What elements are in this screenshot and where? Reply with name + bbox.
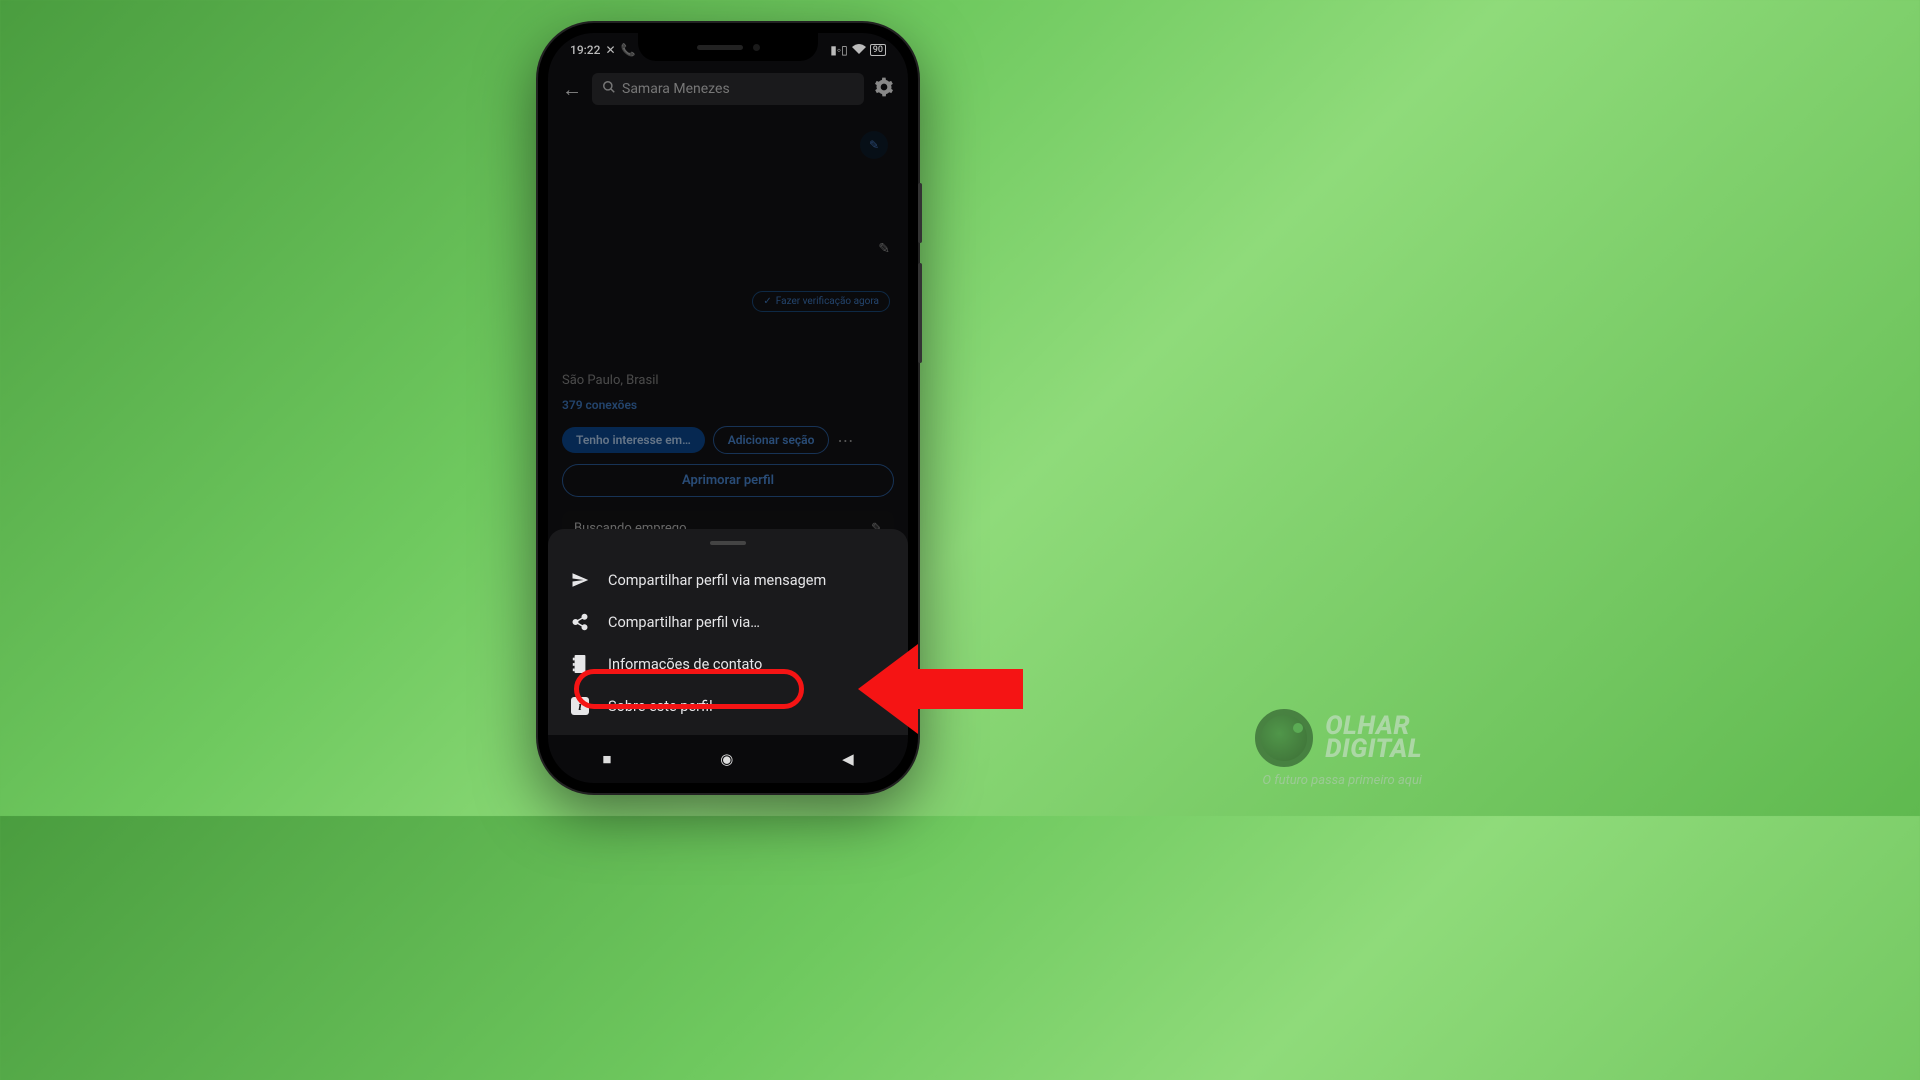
sheet-handle[interactable] (710, 541, 746, 545)
location-text: São Paulo, Brasil (562, 373, 894, 388)
verify-chip[interactable]: ✓ Fazer verificação agora (752, 291, 890, 312)
profile-info: ✎ ✓ Fazer verificação agora (562, 211, 894, 291)
info-icon: i (570, 697, 590, 715)
brand-logo: OLHAR DIGITAL O futuro passa primeiro aq… (1255, 709, 1422, 788)
battery-icon: 90 (870, 44, 886, 56)
dnd-icon: ✕ (605, 43, 615, 57)
add-section-button[interactable]: Adicionar seção (713, 426, 830, 454)
nav-back[interactable]: ◀ (842, 750, 854, 768)
nav-home[interactable]: ◉ (720, 750, 733, 768)
menu-label: Sobre este perfil (608, 698, 713, 715)
menu-label: Informações de contato (608, 656, 762, 673)
nav-recent[interactable]: ■ (602, 750, 611, 768)
phone-mockup: 19:22 ✕ 📞 ▮◦▯ 90 ← (538, 23, 918, 793)
book-icon (570, 655, 590, 673)
menu-about-profile[interactable]: i Sobre este perfil (548, 685, 908, 727)
menu-share-via[interactable]: Compartilhar perfil via… (548, 601, 908, 643)
status-time: 19:22 (570, 43, 600, 57)
app-header: ← Samara Menezes (548, 67, 908, 111)
brand-mark (1255, 709, 1313, 767)
phone-icon: 📞 (621, 43, 636, 57)
verify-label: Fazer verificação agora (776, 296, 879, 307)
interest-button[interactable]: Tenho interesse em… (562, 427, 705, 453)
edit-cover-button[interactable]: ✎ (860, 131, 888, 159)
menu-label: Compartilhar perfil via… (608, 614, 760, 631)
settings-button[interactable] (874, 77, 894, 102)
search-icon (602, 80, 616, 98)
menu-contact-info[interactable]: Informações de contato (548, 643, 908, 685)
signal-icon: ▮◦▯ (830, 43, 847, 57)
notch (638, 33, 818, 61)
connections-link[interactable]: 379 conexões (562, 398, 894, 412)
share-icon (570, 613, 590, 631)
phone-side-button (918, 263, 922, 363)
brand-tagline: O futuro passa primeiro aqui (1262, 773, 1422, 788)
android-nav-bar: ■ ◉ ◀ (548, 735, 908, 783)
wifi-icon (852, 43, 866, 57)
brand-wordmark: OLHAR DIGITAL (1325, 715, 1422, 762)
menu-share-message[interactable]: Compartilhar perfil via mensagem (548, 559, 908, 601)
bottom-sheet: Compartilhar perfil via mensagem Compart… (548, 529, 908, 735)
phone-frame: 19:22 ✕ 📞 ▮◦▯ 90 ← (538, 23, 918, 793)
verify-icon: ✓ (763, 296, 771, 307)
phone-side-button (918, 183, 922, 243)
search-text: Samara Menezes (622, 81, 730, 97)
cover-area: ✎ (562, 111, 894, 211)
action-row: Tenho interesse em… Adicionar seção ⋯ (562, 426, 894, 454)
search-input[interactable]: Samara Menezes (592, 73, 864, 105)
back-button[interactable]: ← (562, 77, 582, 102)
improve-profile-button[interactable]: Aprimorar perfil (562, 464, 894, 497)
phone-screen: 19:22 ✕ 📞 ▮◦▯ 90 ← (548, 33, 908, 783)
edit-profile-button[interactable]: ✎ (878, 241, 890, 257)
send-icon (570, 571, 590, 589)
menu-label: Compartilhar perfil via mensagem (608, 572, 826, 589)
more-button[interactable]: ⋯ (837, 431, 853, 450)
